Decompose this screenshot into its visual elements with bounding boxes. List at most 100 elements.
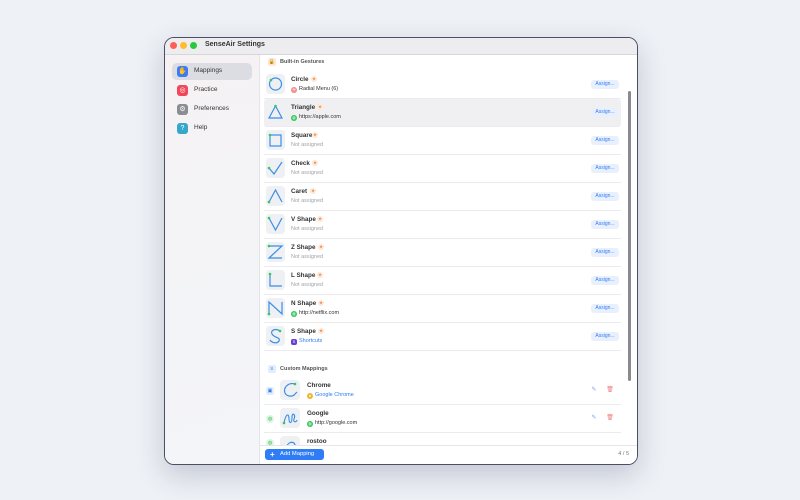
gesture-row-s-shape[interactable]: S Shape ★ S Shortcuts Assign... bbox=[264, 323, 621, 351]
sidebar-item-help[interactable]: ? Help bbox=[172, 120, 252, 137]
gesture-row-square[interactable]: Square ★ Not assigned Assign... bbox=[264, 127, 621, 155]
globe-icon: ◍ bbox=[291, 311, 297, 317]
built-in-badge-icon: ★ bbox=[310, 188, 316, 194]
plus-icon: + bbox=[270, 450, 275, 459]
zoom-window-button[interactable] bbox=[190, 42, 197, 49]
check-gesture-icon bbox=[266, 158, 285, 178]
gesture-mapping: S Shortcuts bbox=[291, 338, 323, 345]
assign-button[interactable]: Assign... bbox=[591, 136, 619, 145]
settings-window: SenseAir Settings ✋ Mappings ◎ Practice … bbox=[164, 37, 638, 465]
built-in-badge-icon: ★ bbox=[311, 76, 317, 82]
gesture-row-caret[interactable]: Caret ★ Not assigned Assign... bbox=[264, 183, 621, 211]
gesture-mapping: Not assigned bbox=[291, 254, 324, 260]
built-in-badge-icon: ★ bbox=[318, 244, 324, 250]
gesture-name: Z Shape bbox=[291, 244, 316, 251]
gesture-row-triangle[interactable]: Triangle ★ ◍ https://apple.com Assign... bbox=[264, 99, 621, 127]
sidebar: ✋ Mappings ◎ Practice ⚙ Preferences ? He… bbox=[165, 55, 260, 464]
assign-button[interactable]: Assign... bbox=[591, 248, 619, 257]
s-shape-gesture-icon bbox=[266, 326, 285, 346]
gesture-row-n-shape[interactable]: N Shape ★ ◍ http://netflix.com Assign... bbox=[264, 295, 621, 323]
sidebar-item-preferences[interactable]: ⚙ Preferences bbox=[172, 101, 252, 118]
gesture-mapping: ◍ http://netflix.com bbox=[291, 310, 340, 317]
close-window-button[interactable] bbox=[170, 42, 177, 49]
builtin-section-header: 🔒 Built-in Gestures bbox=[260, 57, 630, 69]
custom-row-chrome[interactable]: ▣ Chrome ● Google Chrome ✎ 🗑 bbox=[264, 377, 621, 405]
assign-button[interactable]: Assign... bbox=[591, 304, 619, 313]
scrollbar-thumb[interactable] bbox=[628, 91, 631, 381]
sidebar-item-label: Preferences bbox=[194, 105, 230, 112]
n-shape-gesture-icon bbox=[266, 298, 285, 318]
gesture-mapping: Not assigned bbox=[291, 282, 324, 288]
minimize-window-button[interactable] bbox=[180, 42, 187, 49]
trash-icon[interactable]: 🗑 bbox=[605, 385, 615, 395]
assign-button[interactable]: Assign... bbox=[591, 276, 619, 285]
title-bar: SenseAir Settings bbox=[165, 38, 637, 55]
gesture-mapping: ◍ https://apple.com bbox=[291, 114, 341, 121]
custom-section-header: ≡ Custom Mappings bbox=[260, 364, 630, 376]
built-in-badge-icon: ★ bbox=[312, 132, 318, 138]
assign-button[interactable]: Assign... bbox=[591, 80, 619, 89]
z-shape-gesture-icon bbox=[266, 242, 285, 262]
list-icon: ≡ bbox=[268, 365, 276, 373]
built-in-badge-icon: ★ bbox=[318, 328, 324, 334]
gesture-name: N Shape bbox=[291, 300, 317, 307]
gesture-mapping: ✣ Radial Menu (6) bbox=[291, 86, 339, 93]
gear-icon: ⚙ bbox=[177, 104, 188, 115]
page-indicator: 4 / 5 bbox=[618, 451, 629, 457]
gesture-row-l-shape[interactable]: L Shape ★ Not assigned Assign... bbox=[264, 267, 621, 295]
add-mapping-button[interactable]: + Add Mapping bbox=[265, 449, 324, 460]
assign-button[interactable]: Assign... bbox=[591, 220, 619, 229]
gesture-name: S Shape bbox=[291, 328, 316, 335]
gesture-name: L Shape bbox=[291, 272, 316, 279]
gesture-name: Square bbox=[291, 132, 313, 139]
gesture-row-circle[interactable]: Circle ★ ✣ Radial Menu (6) Assign... bbox=[264, 71, 621, 99]
custom-row-google[interactable]: ◍ Google ◍ http://google.com ✎ 🗑 bbox=[264, 405, 621, 433]
built-in-badge-icon: ★ bbox=[317, 272, 323, 278]
assign-button[interactable]: Assign... bbox=[591, 108, 619, 117]
custom-mapping-target: ◍ http://google.com bbox=[307, 420, 358, 427]
section-title: Built-in Gestures bbox=[280, 59, 325, 65]
scrollbar[interactable] bbox=[628, 91, 631, 443]
gesture-name: Triangle bbox=[291, 104, 316, 111]
gesture-name: Check bbox=[291, 160, 310, 167]
triangle-gesture-icon bbox=[266, 102, 285, 122]
custom-mapping-name: Google bbox=[307, 410, 329, 417]
section-title: Custom Mappings bbox=[280, 366, 328, 372]
custom-gesture-icon bbox=[280, 380, 300, 400]
built-in-badge-icon: ★ bbox=[312, 160, 318, 166]
gesture-row-z-shape[interactable]: Z Shape ★ Not assigned Assign... bbox=[264, 239, 621, 267]
chrome-icon: ● bbox=[307, 393, 313, 399]
assign-button[interactable]: Assign... bbox=[591, 164, 619, 173]
assign-button[interactable]: Assign... bbox=[591, 192, 619, 201]
circle-gesture-icon bbox=[266, 74, 285, 94]
globe-icon: ◍ bbox=[307, 421, 313, 427]
sidebar-item-label: Mappings bbox=[194, 67, 223, 74]
edit-icon[interactable]: ✎ bbox=[589, 413, 599, 423]
custom-mapping-target: ● Google Chrome bbox=[307, 392, 354, 399]
caret-gesture-icon bbox=[266, 186, 285, 206]
built-in-badge-icon: ★ bbox=[317, 104, 323, 110]
radial-menu-icon: ✣ bbox=[291, 87, 297, 93]
v-shape-gesture-icon bbox=[266, 214, 285, 234]
trash-icon[interactable]: 🗑 bbox=[605, 413, 615, 423]
footer-bar: + Add Mapping 4 / 5 bbox=[260, 445, 637, 464]
sidebar-item-label: Practice bbox=[194, 86, 218, 93]
gesture-name: Caret bbox=[291, 188, 308, 195]
built-in-badge-icon: ★ bbox=[318, 300, 324, 306]
gesture-mapping: Not assigned bbox=[291, 170, 324, 176]
edit-icon[interactable]: ✎ bbox=[589, 385, 599, 395]
custom-gesture-icon bbox=[280, 408, 300, 428]
assign-button[interactable]: Assign... bbox=[591, 332, 619, 341]
globe-icon: ◍ bbox=[291, 115, 297, 121]
gesture-mapping: Not assigned bbox=[291, 198, 324, 204]
window-title: SenseAir Settings bbox=[205, 41, 265, 48]
gesture-row-check[interactable]: Check ★ Not assigned Assign... bbox=[264, 155, 621, 183]
sidebar-item-mappings[interactable]: ✋ Mappings bbox=[172, 63, 252, 80]
lock-icon: 🔒 bbox=[268, 58, 276, 66]
sidebar-item-practice[interactable]: ◎ Practice bbox=[172, 82, 252, 99]
hand-gesture-icon: ✋ bbox=[177, 66, 188, 77]
question-icon: ? bbox=[177, 123, 188, 134]
gesture-mapping: Not assigned bbox=[291, 226, 324, 232]
add-mapping-label: Add Mapping bbox=[280, 451, 315, 457]
gesture-row-v-shape[interactable]: V Shape ★ Not assigned Assign... bbox=[264, 211, 621, 239]
